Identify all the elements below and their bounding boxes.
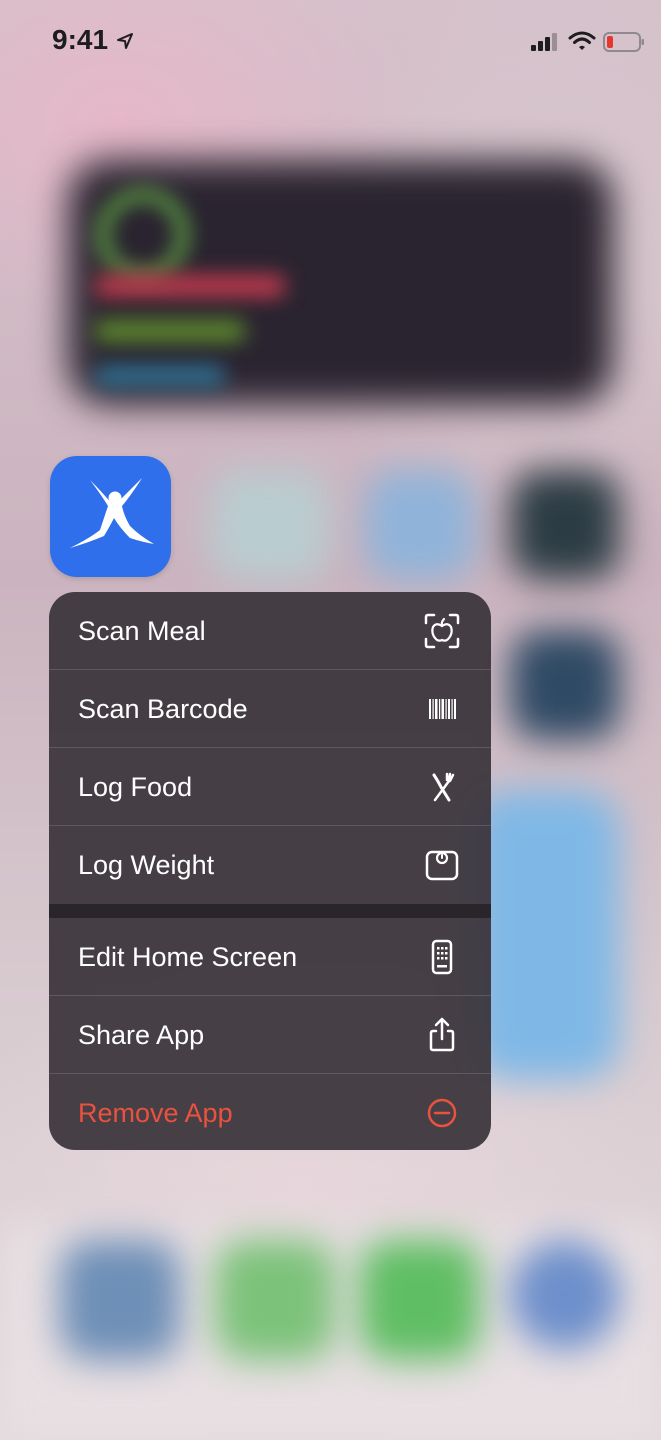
blurred-dock-app-icon [360, 1240, 480, 1360]
barcode-icon [429, 699, 456, 719]
menu-item-share-app[interactable]: Share App [49, 996, 491, 1074]
phone-screen-icon [431, 939, 453, 975]
blurred-activity-ring [98, 190, 188, 280]
blurred-app-icon [510, 630, 620, 740]
blurred-dock-app-icon [510, 1240, 620, 1350]
status-bar: 9:41 [0, 0, 661, 90]
leaping-figure-icon [70, 478, 154, 548]
blurred-widget-bar [95, 275, 285, 297]
myfitnesspal-app-icon[interactable] [50, 456, 171, 577]
scan-meal-icon [424, 613, 460, 649]
menu-item-label: Log Food [78, 772, 193, 802]
menu-item-remove-app[interactable]: Remove App [49, 1074, 491, 1150]
blurred-app-icon [365, 470, 475, 580]
menu-item-log-food[interactable]: Log Food [49, 748, 491, 826]
menu-item-label: Log Weight [78, 850, 215, 880]
minus-circle-icon [427, 1098, 457, 1128]
blurred-dock-app-icon [215, 1240, 335, 1360]
blurred-dock-app-icon [60, 1240, 180, 1360]
menu-item-log-weight[interactable]: Log Weight [49, 826, 491, 904]
blurred-widget [470, 790, 620, 1080]
blurred-widget-bar [95, 365, 225, 387]
menu-item-scan-meal[interactable]: Scan Meal [49, 592, 491, 670]
location-arrow-icon [117, 33, 133, 49]
blurred-app-icon [210, 470, 330, 580]
menu-item-label: Share App [78, 1020, 205, 1050]
battery-low-icon [603, 32, 644, 52]
menu-item-edit-home-screen[interactable]: Edit Home Screen [49, 918, 491, 996]
menu-item-label: Edit Home Screen [78, 942, 298, 972]
app-context-menu: Scan Meal Scan Barcode Log Food Log Weig… [49, 592, 491, 1150]
menu-group-divider [49, 904, 491, 918]
status-time: 9:41 [52, 24, 109, 55]
scale-icon [425, 850, 459, 881]
blurred-app-icon [510, 470, 620, 580]
fork-knife-icon [432, 772, 455, 802]
menu-item-label: Remove App [78, 1098, 233, 1128]
blurred-widget-bar [95, 320, 245, 342]
cellular-signal-icon [531, 33, 557, 51]
wifi-icon [568, 31, 596, 50]
share-icon [429, 1017, 455, 1052]
menu-item-label: Scan Barcode [78, 694, 248, 724]
menu-item-label: Scan Meal [78, 616, 206, 646]
menu-item-scan-barcode[interactable]: Scan Barcode [49, 670, 491, 748]
